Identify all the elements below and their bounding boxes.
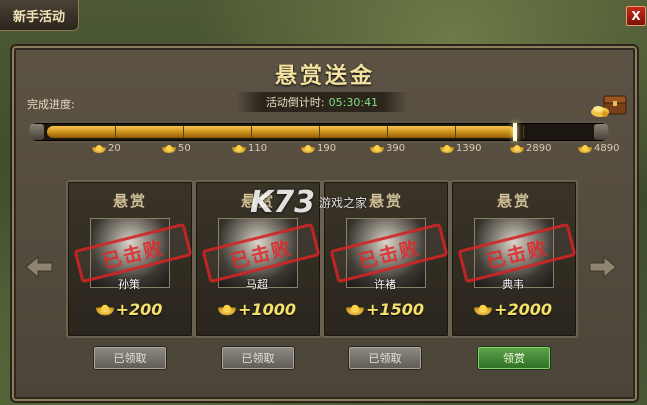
gold-ingot-icon <box>345 304 365 315</box>
milestone: 2890 <box>510 143 551 154</box>
reward: +2000 <box>452 300 576 319</box>
gold-ingot-icon <box>162 144 176 153</box>
treasure-chest-icon <box>591 95 627 117</box>
milestone: 390 <box>370 143 405 154</box>
watermark: K73 游戏之家 <box>250 185 367 220</box>
watermark-logo: K73 <box>250 185 315 220</box>
progress-bar-cap-left <box>30 124 44 140</box>
reward-amount: +1000 <box>238 300 296 319</box>
gold-ingot-icon <box>232 144 246 153</box>
progress-bar-tick <box>183 126 184 138</box>
progress-bar-tick <box>523 126 524 138</box>
hero-name: 典韦 <box>502 278 524 291</box>
progress-bar-tick <box>115 126 116 138</box>
bounty-card: 悬赏 已击败 孙策 +200 <box>66 180 194 338</box>
card-title: 悬赏 <box>112 192 147 210</box>
countdown-time: 05:30:41 <box>328 95 379 109</box>
window-title-tab: 新手活动 <box>0 0 79 31</box>
progress-bar-cap-right <box>594 124 608 140</box>
progress-label: 完成进度: <box>27 98 75 111</box>
reward: +1000 <box>196 300 320 319</box>
milestone-value: 1390 <box>456 143 482 154</box>
countdown-label: 活动倒计时: <box>265 96 325 109</box>
progress-indicator <box>513 123 517 141</box>
milestone: 1390 <box>440 143 481 154</box>
milestone: 50 <box>162 143 191 154</box>
claim-reward-button[interactable]: 领赏 <box>477 346 551 370</box>
watermark-site: 游戏之家 <box>319 196 368 210</box>
gold-ingot-icon <box>217 304 237 315</box>
close-button[interactable]: X <box>626 6 646 26</box>
reward: +1500 <box>324 300 448 319</box>
reward-amount: +1500 <box>366 300 424 319</box>
milestone-value: 390 <box>386 143 406 154</box>
page-title: 悬赏送金 <box>274 64 375 89</box>
progress-bar-fill <box>47 126 515 138</box>
milestone-value: 110 <box>248 143 268 154</box>
gold-ingot-icon <box>440 144 454 153</box>
milestone: 4890 <box>578 143 619 154</box>
reward-amount: +200 <box>115 300 163 319</box>
milestone-value: 50 <box>178 143 191 154</box>
claimed-button[interactable]: 已领取 <box>348 346 422 370</box>
hero-name: 许褚 <box>374 278 396 291</box>
milestone-value: 4890 <box>594 143 620 154</box>
milestone: 20 <box>92 143 121 154</box>
reward-amount: +2000 <box>494 300 552 319</box>
gold-ingot-icon <box>578 144 592 153</box>
progress-bar-tick <box>251 126 252 138</box>
window-title: 新手活动 <box>12 9 65 25</box>
progress-bar-tick <box>387 126 388 138</box>
card-title: 悬赏 <box>496 192 531 210</box>
progress-bar <box>28 121 610 143</box>
gold-ingot-icon <box>92 144 106 153</box>
gold-ingot-icon <box>473 304 493 315</box>
progress-bar-tick <box>319 126 320 138</box>
close-icon: X <box>631 9 641 23</box>
progress-bar-tick <box>455 126 456 138</box>
claimed-button[interactable]: 已领取 <box>221 346 295 370</box>
gold-ingot-icon <box>95 304 114 315</box>
arrow-right-icon[interactable] <box>588 256 618 278</box>
bounty-card: 悬赏 已击败 典韦 +2000 <box>450 180 578 338</box>
gold-ingot-icon <box>370 144 384 153</box>
milestone: 110 <box>232 143 267 154</box>
reward: +200 <box>68 300 192 319</box>
claimed-button[interactable]: 已领取 <box>93 346 167 370</box>
hero-name: 马超 <box>246 278 268 291</box>
gold-ingot-icon <box>510 144 524 153</box>
milestone-value: 190 <box>317 143 337 154</box>
milestone: 190 <box>301 143 336 154</box>
hero-name: 孙策 <box>118 278 140 291</box>
milestone-value: 2890 <box>526 143 552 154</box>
gold-ingot-icon <box>301 144 315 153</box>
arrow-left-icon[interactable] <box>24 256 54 278</box>
milestone-value: 20 <box>108 143 121 154</box>
countdown: 活动倒计时: 05:30:41 <box>236 92 408 112</box>
